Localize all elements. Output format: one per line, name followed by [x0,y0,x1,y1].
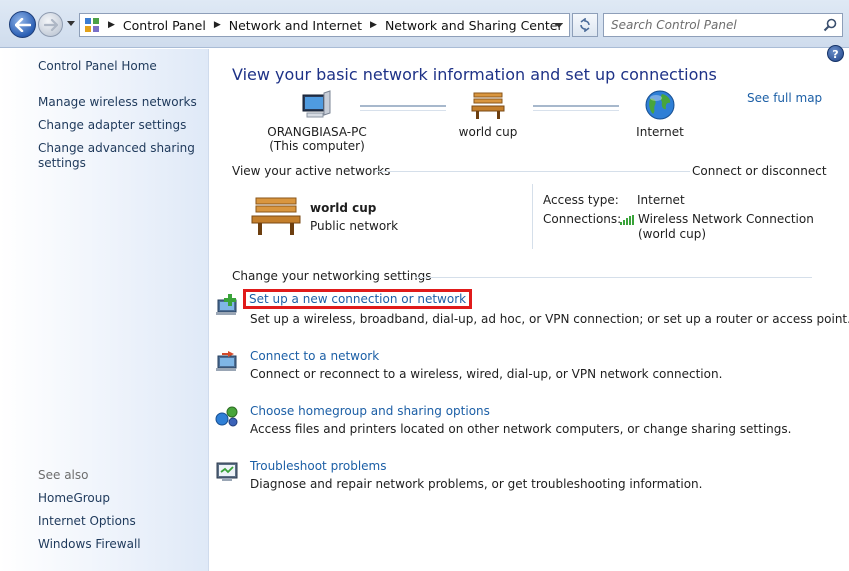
sidebar-item-control-panel-home[interactable]: Control Panel Home [38,59,203,74]
connect-network-icon [216,351,237,371]
sidebar-item-manage-wireless[interactable]: Manage wireless networks [38,95,203,110]
forward-button[interactable] [38,12,63,37]
address-bar: ▶ Control Panel ▶ Network and Internet ▶… [0,0,849,48]
access-type-value: Internet [637,193,685,207]
setup-new-connection-link[interactable]: Set up a new connection or network [243,289,473,309]
map-connector [360,105,446,107]
breadcrumb-control-panel[interactable]: Control Panel [123,18,206,33]
search-box[interactable] [603,13,843,37]
sidebar: Control Panel Home Manage wireless netwo… [0,49,209,571]
bench-icon [251,197,301,235]
connect-or-disconnect-link[interactable]: Connect or disconnect [692,164,827,178]
connections-label: Connections: [543,212,622,226]
internet-label: Internet [636,125,684,139]
search-icon[interactable] [822,17,838,36]
sidebar-item-internet-options[interactable]: Internet Options [38,514,203,529]
computer-name: ORANGBIASA-PC [267,125,367,139]
network-type-link[interactable]: Public network [310,219,398,233]
homegroup-sharing-desc: Access files and printers located on oth… [250,422,792,436]
active-networks-heading: View your active networks [232,164,391,178]
access-type-label: Access type: [543,193,619,207]
network-name: world cup [458,125,518,139]
signal-strength-icon [620,215,634,225]
connect-to-network-desc: Connect or reconnect to a wireless, wire… [250,367,723,381]
task-homegroup: Choose homegroup and sharing options Acc… [215,403,792,436]
chevron-right-icon[interactable]: ▶ [370,20,377,30]
main-content: ? View your basic network information an… [210,45,849,571]
change-settings-heading: Change your networking settings [232,269,432,283]
task-troubleshoot: Troubleshoot problems Diagnose and repai… [216,458,703,491]
active-network-name: world cup [310,201,377,215]
new-connection-icon [216,294,237,315]
globe-icon [645,90,675,120]
map-connector [533,105,619,107]
active-network-divider [532,184,533,249]
computer-sub: (This computer) [269,139,365,153]
help-button[interactable]: ? [827,45,844,62]
chevron-right-icon[interactable]: ▶ [214,20,221,30]
breadcrumb[interactable]: ▶ Control Panel ▶ Network and Internet ▶… [79,13,570,37]
task-new-connection: Set up a new connection or network Set u… [216,289,849,326]
control-panel-icon [84,17,100,33]
troubleshoot-desc: Diagnose and repair network problems, or… [250,477,703,491]
homegroup-icon [215,406,238,427]
page-title: View your basic network information and … [232,65,717,84]
back-button[interactable] [9,11,36,38]
wireless-connection-ssid[interactable]: (world cup) [638,227,706,241]
troubleshoot-link[interactable]: Troubleshoot problems [246,458,390,474]
troubleshoot-icon [216,462,238,481]
refresh-icon [580,18,590,32]
map-connector-shadow [533,110,619,111]
recent-pages-dropdown[interactable] [67,21,75,26]
see-also-heading: See also [38,468,89,482]
internet-node: Internet [620,89,700,139]
network-node: world cup [443,89,533,139]
sidebar-item-homegroup[interactable]: HomeGroup [38,491,203,506]
task-connect-network: Connect to a network Connect or reconnec… [216,348,723,381]
wireless-connection-link[interactable]: Wireless Network Connection [638,212,814,226]
section-divider [375,171,690,172]
setup-new-connection-desc: Set up a wireless, broadband, dial-up, a… [250,312,849,326]
homegroup-sharing-link[interactable]: Choose homegroup and sharing options [246,403,494,419]
breadcrumb-network-sharing-center[interactable]: Network and Sharing Center [385,18,563,33]
computer-node: ORANGBIASA-PC (This computer) [262,89,372,153]
chevron-right-icon[interactable]: ▶ [108,20,115,30]
search-input[interactable] [604,14,814,36]
connect-to-network-link[interactable]: Connect to a network [246,348,383,364]
computer-icon [302,90,331,118]
bench-icon [471,92,505,119]
refresh-button[interactable] [572,13,598,37]
see-full-map-link[interactable]: See full map [747,91,822,105]
sidebar-item-change-adapter[interactable]: Change adapter settings [38,118,203,133]
section-divider [415,277,812,278]
address-dropdown-icon[interactable] [555,23,563,28]
map-connector-shadow [360,110,446,111]
breadcrumb-network-and-internet[interactable]: Network and Internet [229,18,362,33]
sidebar-item-change-advanced-sharing[interactable]: Change advanced sharing settings [38,141,203,171]
sidebar-item-windows-firewall[interactable]: Windows Firewall [38,537,203,552]
